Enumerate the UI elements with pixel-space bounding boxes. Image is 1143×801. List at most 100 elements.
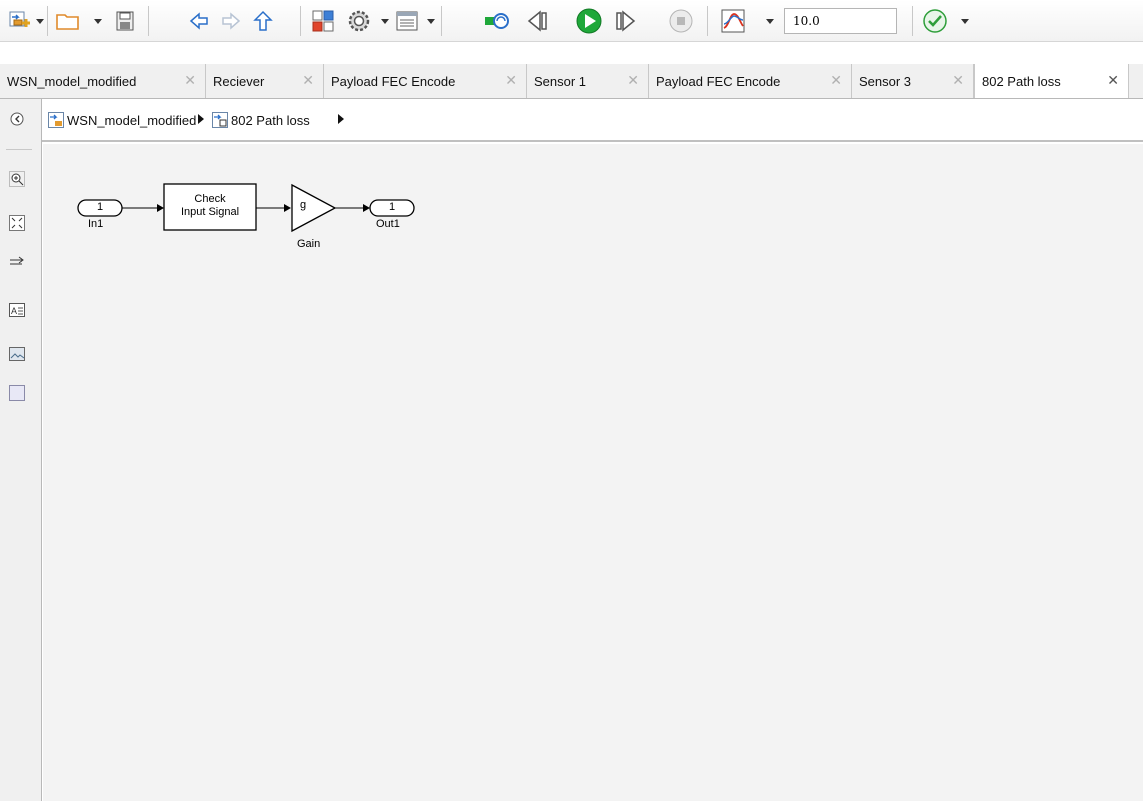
check-model-dropdown-icon[interactable] xyxy=(961,16,969,26)
step-back-icon xyxy=(527,10,547,32)
breadcrumb-item-802-path-loss[interactable]: 802 Path loss xyxy=(212,112,310,128)
back-arrow-icon xyxy=(189,12,208,30)
tab-label: Payload FEC Encode xyxy=(331,73,456,89)
save-button[interactable] xyxy=(110,4,140,38)
library-browser-button[interactable] xyxy=(308,4,338,38)
tab-overflow[interactable] xyxy=(1129,64,1143,98)
tab-close-icon[interactable]: ✕ xyxy=(952,73,964,87)
breadcrumb-chevron-icon[interactable] xyxy=(197,113,205,125)
tab-close-icon[interactable]: ✕ xyxy=(830,73,842,87)
up-button[interactable] xyxy=(248,4,278,38)
new-model-icon xyxy=(9,11,30,27)
model-explorer-icon xyxy=(396,11,418,31)
open-folder-icon xyxy=(56,14,79,30)
fit-to-view-icon xyxy=(9,215,25,231)
zoom-in-button[interactable] xyxy=(9,171,25,187)
tab-sensor-3[interactable]: Sensor 3 ✕ xyxy=(852,64,974,98)
toolbar-separator xyxy=(441,6,442,36)
model-explorer-button[interactable] xyxy=(392,4,422,38)
tab-payload-fec-encode-2[interactable]: Payload FEC Encode ✕ xyxy=(649,64,852,98)
gain-symbol: g xyxy=(300,199,307,211)
check-block-title: Check xyxy=(194,193,226,205)
area-button[interactable] xyxy=(9,385,25,401)
breadcrumb-label: 802 Path loss xyxy=(231,112,310,128)
tab-sensor-1[interactable]: Sensor 1 ✕ xyxy=(527,64,649,98)
breadcrumb-label: WSN_model_modified xyxy=(67,112,197,128)
settings-gear-icon xyxy=(348,10,370,32)
gain-block[interactable] xyxy=(291,183,337,233)
simulation-data-dropdown-icon[interactable] xyxy=(766,16,774,26)
tab-802-path-loss[interactable]: 802 Path loss ✕ xyxy=(974,64,1129,98)
annotation-button[interactable]: A xyxy=(9,302,25,318)
stop-icon xyxy=(669,9,693,33)
toolbar-separator xyxy=(300,6,301,36)
tab-reciever[interactable]: Reciever ✕ xyxy=(206,64,324,98)
image-icon xyxy=(9,347,25,361)
route-lines-button[interactable] xyxy=(9,254,25,270)
new-model-dropdown-icon[interactable] xyxy=(36,16,44,26)
block-diagram xyxy=(77,183,415,233)
step-forward-icon xyxy=(616,10,636,32)
save-icon xyxy=(116,11,134,31)
run-button[interactable] xyxy=(572,4,606,38)
model-explorer-dropdown-icon[interactable] xyxy=(427,16,435,26)
tab-label: Sensor 3 xyxy=(859,73,912,89)
library-browser-icon xyxy=(312,10,334,32)
update-diagram-button[interactable] xyxy=(482,4,512,38)
forward-arrow-icon xyxy=(222,12,241,30)
stop-button[interactable] xyxy=(666,4,696,38)
tab-label: Payload FEC Encode xyxy=(656,73,781,89)
palette-separator xyxy=(6,149,32,150)
zoom-in-icon xyxy=(9,171,25,187)
check-model-button[interactable] xyxy=(918,4,952,38)
model-icon xyxy=(48,112,64,128)
hide-explorer-button[interactable] xyxy=(9,111,25,127)
tab-close-icon[interactable]: ✕ xyxy=(184,73,196,87)
tab-wsn-model-modified[interactable]: WSN_model_modified ✕ xyxy=(0,64,206,98)
settings-dropdown-icon[interactable] xyxy=(381,16,389,26)
check-model-icon xyxy=(923,9,947,33)
tab-label: Sensor 1 xyxy=(534,73,587,89)
step-forward-button[interactable] xyxy=(610,4,640,38)
open-dropdown-icon[interactable] xyxy=(94,16,102,26)
simulation-data-button[interactable] xyxy=(716,4,750,38)
outport-label: Out1 xyxy=(376,218,400,230)
model-tab-bar: WSN_model_modified ✕ Reciever ✕ Payload … xyxy=(0,64,1143,99)
tab-close-icon[interactable]: ✕ xyxy=(302,73,314,87)
tab-payload-fec-encode[interactable]: Payload FEC Encode ✕ xyxy=(324,64,527,98)
scope-record-icon xyxy=(721,9,745,33)
main-toolbar: 10.0 xyxy=(0,0,1143,42)
tab-label: 802 Path loss xyxy=(982,74,1061,89)
stop-time-field[interactable]: 10.0 xyxy=(784,8,897,34)
tab-close-icon[interactable]: ✕ xyxy=(1107,73,1119,87)
inport-label: In1 xyxy=(88,218,104,230)
signal-line[interactable] xyxy=(122,204,164,212)
run-icon xyxy=(576,8,602,34)
update-diagram-icon xyxy=(485,13,509,29)
new-model-button[interactable] xyxy=(4,4,34,38)
model-canvas[interactable]: 1 In1 Check Input Signal g Gain 1 Out1 xyxy=(43,144,1143,801)
subsystem-icon xyxy=(212,112,228,128)
outport-number: 1 xyxy=(389,201,396,213)
settings-button[interactable] xyxy=(344,4,374,38)
up-arrow-icon xyxy=(253,10,273,31)
tab-close-icon[interactable]: ✕ xyxy=(505,73,517,87)
toolbar-separator xyxy=(707,6,708,36)
breadcrumb-item-wsn-model-modified[interactable]: WSN_model_modified xyxy=(48,112,196,128)
forward-button[interactable] xyxy=(216,4,246,38)
signal-line[interactable] xyxy=(256,204,291,212)
tab-close-icon[interactable]: ✕ xyxy=(627,73,639,87)
toolbar-separator xyxy=(47,6,48,36)
svg-text:A: A xyxy=(11,306,17,316)
step-back-button[interactable] xyxy=(523,4,553,38)
signal-line[interactable] xyxy=(335,204,370,212)
open-button[interactable] xyxy=(51,4,85,38)
back-button[interactable] xyxy=(184,4,214,38)
fit-to-view-button[interactable] xyxy=(9,215,25,231)
tab-label: WSN_model_modified xyxy=(7,73,137,89)
toolbar-separator xyxy=(148,6,149,36)
breadcrumb-chevron-icon[interactable] xyxy=(337,113,345,125)
inport-number: 1 xyxy=(97,201,104,213)
area-icon xyxy=(9,385,25,401)
image-button[interactable] xyxy=(9,346,25,362)
